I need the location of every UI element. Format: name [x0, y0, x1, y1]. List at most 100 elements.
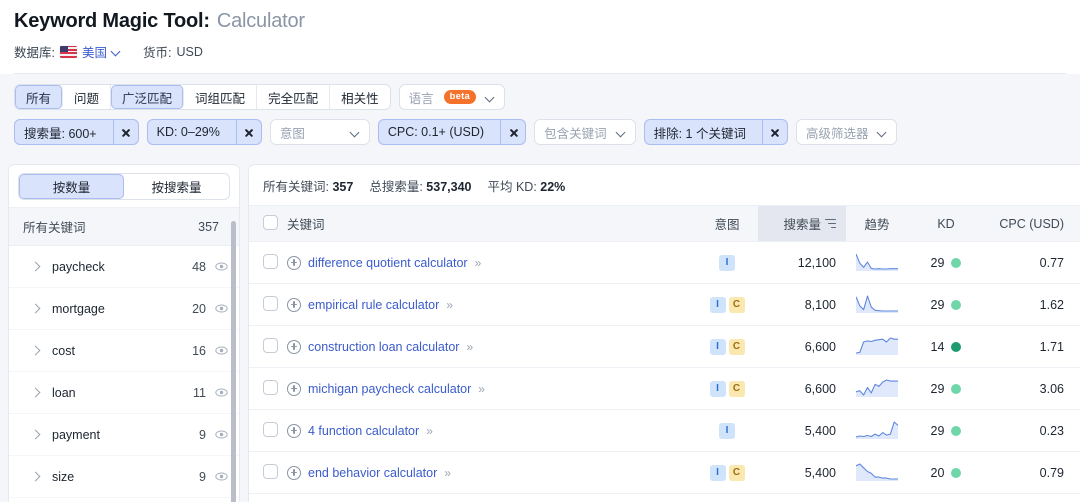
chevron-down-icon[interactable] — [878, 128, 887, 137]
database-selector[interactable]: 数据库: 美国 — [14, 42, 121, 61]
row-checkbox[interactable] — [263, 338, 278, 353]
chevron-right-icon[interactable] — [31, 304, 41, 314]
add-keyword-icon[interactable] — [287, 466, 301, 480]
table-row[interactable]: end behavior calculator»IC5,400200.79 — [249, 452, 1080, 494]
eye-icon[interactable] — [215, 428, 228, 441]
sidebar-group-item[interactable]: size9 — [9, 456, 239, 498]
chevron-right-icon[interactable] — [31, 472, 41, 482]
filter-include-keywords[interactable]: 包含关键词 — [534, 119, 636, 145]
table-row[interactable]: difference quotient calculator»I12,10029… — [249, 242, 1080, 284]
keyword-expand-icon[interactable]: » — [478, 382, 484, 396]
keyword-link[interactable]: difference quotient calculator — [308, 256, 468, 270]
eye-icon[interactable] — [215, 386, 228, 399]
chevron-down-icon[interactable] — [486, 93, 495, 102]
intent-badge-c[interactable]: C — [729, 381, 745, 397]
chevron-right-icon[interactable] — [31, 262, 41, 272]
tab-exact-match[interactable]: 完全匹配 — [257, 85, 330, 109]
database-value[interactable]: 美国 — [82, 42, 107, 61]
row-select-cell[interactable] — [249, 242, 287, 284]
header-keyword[interactable]: 关键词 — [287, 206, 696, 242]
eye-icon[interactable] — [215, 470, 228, 483]
intent-badge-i[interactable]: I — [710, 339, 726, 355]
keyword-link[interactable]: construction loan calculator — [308, 340, 459, 354]
row-select-cell[interactable] — [249, 326, 287, 368]
tab-related[interactable]: 相关性 — [330, 85, 390, 109]
eye-icon[interactable] — [215, 344, 228, 357]
sidebar-group-item[interactable]: cost16 — [9, 330, 239, 372]
eye-icon[interactable] — [215, 302, 228, 315]
sidebar-group-item[interactable]: mortgage20 — [9, 288, 239, 330]
tab-questions[interactable]: 问题 — [63, 85, 111, 109]
sidebar-group-item[interactable]: loan11 — [9, 372, 239, 414]
intent-badge-i[interactable]: I — [710, 381, 726, 397]
header-intent[interactable]: 意图 — [696, 206, 758, 242]
add-keyword-icon[interactable] — [287, 340, 301, 354]
row-select-cell[interactable] — [249, 452, 287, 494]
row-checkbox[interactable] — [263, 296, 278, 311]
intent-badge-i[interactable]: I — [710, 297, 726, 313]
filter-volume-remove[interactable] — [113, 120, 138, 144]
sidebar-group-item[interactable]: paycheck48 — [9, 246, 239, 288]
intent-badge-c[interactable]: C — [729, 465, 745, 481]
intent-badge-i[interactable]: I — [719, 423, 735, 439]
tab-all[interactable]: 所有 — [15, 85, 63, 109]
keyword-link[interactable]: michigan paycheck calculator — [308, 382, 471, 396]
row-checkbox[interactable] — [263, 464, 278, 479]
header-trend[interactable]: 趋势 — [846, 206, 908, 242]
table-row[interactable]: construction loan calculator»IC6,600141.… — [249, 326, 1080, 368]
sidebar-sort-by-count[interactable]: 按数量 — [19, 174, 124, 199]
sort-desc-icon[interactable] — [824, 219, 836, 229]
header-select-all[interactable] — [249, 206, 287, 242]
filter-exclude-keywords-remove[interactable] — [762, 120, 787, 144]
keyword-link[interactable]: 4 function calculator — [308, 424, 419, 438]
filter-exclude-keywords[interactable]: 排除: 1 个关键词 — [644, 119, 788, 145]
row-checkbox[interactable] — [263, 422, 278, 437]
table-row[interactable]: empirical rule calculator»IC8,100291.62 — [249, 284, 1080, 326]
add-keyword-icon[interactable] — [287, 298, 301, 312]
chevron-right-icon[interactable] — [31, 346, 41, 356]
language-filter[interactable]: 语言 beta — [399, 84, 505, 110]
table-row[interactable]: 4 function calculator»I5,400290.23 — [249, 410, 1080, 452]
keyword-expand-icon[interactable]: » — [426, 424, 432, 438]
row-select-cell[interactable] — [249, 284, 287, 326]
table-row[interactable]: michigan paycheck calculator»IC6,600293.… — [249, 368, 1080, 410]
keyword-expand-icon[interactable]: » — [466, 340, 472, 354]
keyword-expand-icon[interactable]: » — [446, 298, 452, 312]
intent-badge-c[interactable]: C — [729, 339, 745, 355]
chevron-right-icon[interactable] — [31, 430, 41, 440]
row-checkbox[interactable] — [263, 254, 278, 269]
add-keyword-icon[interactable] — [287, 256, 301, 270]
select-all-checkbox[interactable] — [263, 215, 278, 230]
chevron-down-icon[interactable] — [351, 128, 360, 137]
tab-broad-match[interactable]: 广泛匹配 — [111, 85, 184, 109]
filter-cpc-remove[interactable] — [500, 120, 525, 144]
header-volume[interactable]: 搜索量 — [758, 206, 846, 242]
filter-intent[interactable]: 意图 — [270, 119, 370, 145]
chevron-down-icon[interactable] — [112, 47, 121, 56]
keyword-expand-icon[interactable]: » — [475, 256, 481, 270]
tab-phrase-match[interactable]: 词组匹配 — [184, 85, 257, 109]
sidebar-scrollbar[interactable] — [231, 221, 236, 502]
header-cpc[interactable]: CPC (USD) — [984, 206, 1080, 242]
row-select-cell[interactable] — [249, 368, 287, 410]
header-kd[interactable]: KD — [908, 206, 984, 242]
keyword-link[interactable]: empirical rule calculator — [308, 298, 439, 312]
add-keyword-icon[interactable] — [287, 382, 301, 396]
intent-badge-c[interactable]: C — [729, 297, 745, 313]
add-keyword-icon[interactable] — [287, 424, 301, 438]
filter-cpc[interactable]: CPC: 0.1+ (USD) — [378, 119, 526, 145]
chevron-right-icon[interactable] — [31, 388, 41, 398]
filter-kd[interactable]: KD: 0–29% — [147, 119, 262, 145]
sidebar-group-item[interactable]: payment9 — [9, 414, 239, 456]
eye-icon[interactable] — [215, 260, 228, 273]
intent-badge-i[interactable]: I — [719, 255, 735, 271]
filter-kd-remove[interactable] — [236, 120, 261, 144]
keyword-expand-icon[interactable]: » — [444, 466, 450, 480]
intent-badge-i[interactable]: I — [710, 465, 726, 481]
row-select-cell[interactable] — [249, 410, 287, 452]
sidebar-sort-by-volume[interactable]: 按搜索量 — [124, 174, 229, 199]
filter-volume[interactable]: 搜索量: 600+ — [14, 119, 139, 145]
sidebar-item-all-keywords[interactable]: 所有关键词 357 — [9, 207, 239, 246]
filter-advanced[interactable]: 高级筛选器 — [796, 119, 898, 145]
chevron-down-icon[interactable] — [617, 128, 626, 137]
